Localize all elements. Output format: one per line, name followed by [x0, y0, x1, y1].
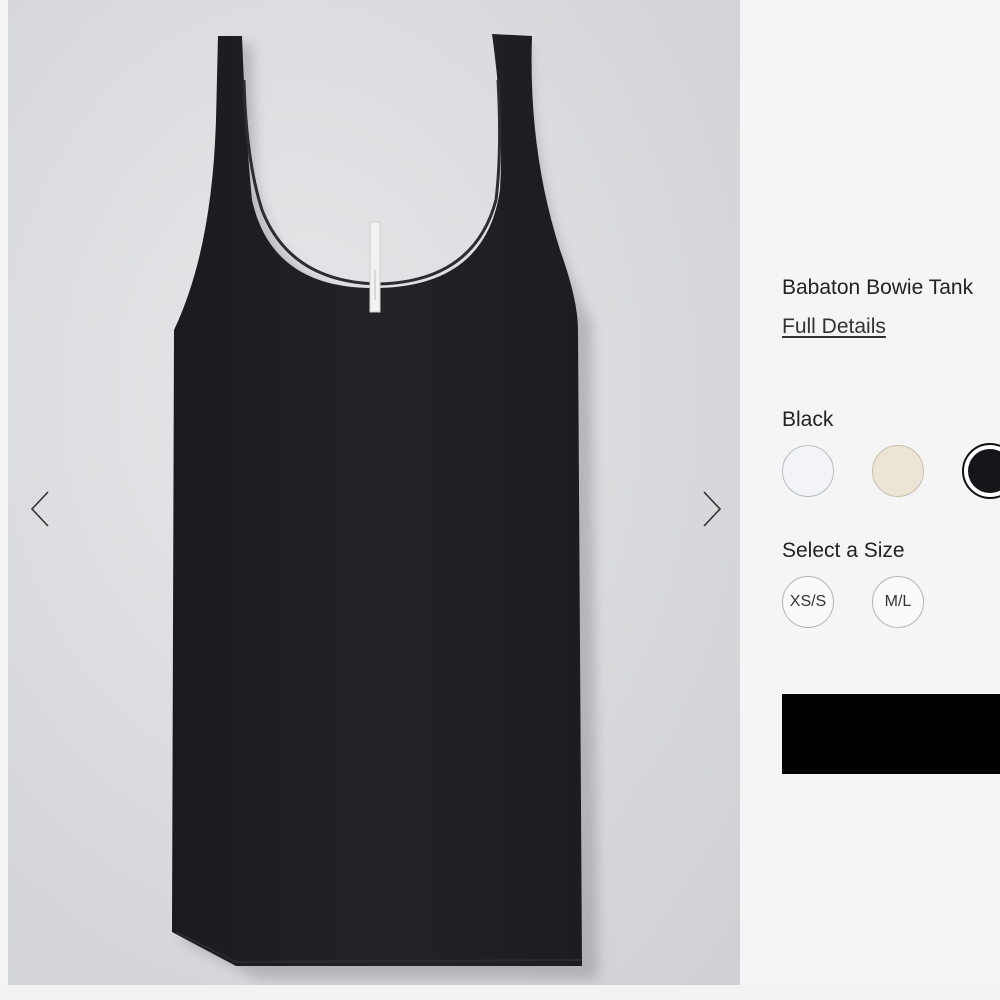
size-option-m-l[interactable]: M/L [872, 576, 924, 628]
color-swatch-black[interactable] [962, 443, 1000, 499]
product-title: Babaton Bowie Tank [782, 276, 974, 299]
previous-image-button[interactable] [22, 484, 62, 534]
color-swatch-cream[interactable] [872, 445, 924, 497]
page-bottom-strip [0, 985, 1000, 1000]
next-image-button[interactable] [692, 484, 732, 534]
full-details-link[interactable]: Full Details [782, 315, 886, 339]
size-option-xs-s[interactable]: XS/S [782, 576, 834, 628]
size-label: Select a Size [782, 539, 905, 562]
color-swatch-black-fill [968, 449, 1000, 493]
add-to-bag-button[interactable] [782, 694, 1000, 774]
chevron-left-icon [30, 491, 49, 527]
product-image [172, 34, 598, 979]
chevron-right-icon [703, 491, 722, 527]
selected-color-label: Black [782, 408, 834, 431]
product-image-gallery [0, 0, 740, 985]
color-swatch-white[interactable] [782, 445, 834, 497]
product-info-panel: Babaton Bowie Tank Full Details Black Se… [740, 0, 1000, 985]
product-page: Babaton Bowie Tank Full Details Black Se… [0, 0, 1000, 1000]
tank-top [172, 34, 582, 966]
